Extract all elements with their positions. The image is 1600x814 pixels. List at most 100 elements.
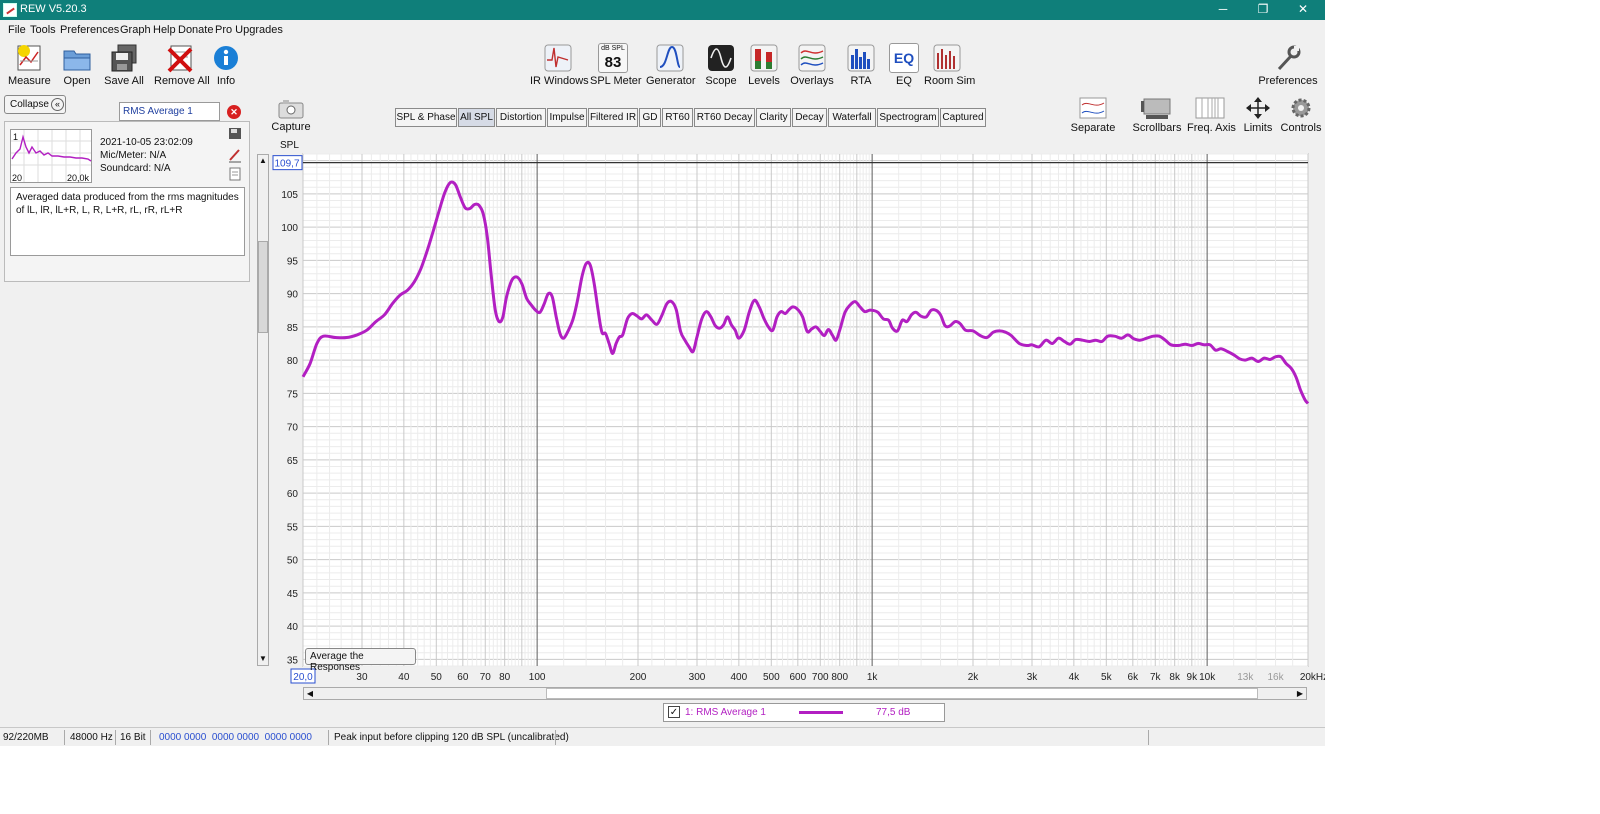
measurement-side-icons [229,128,241,181]
rew-logo-icon [3,3,17,17]
menu-help[interactable]: Help [153,24,176,36]
horizontal-scrollbar[interactable]: ◀ ▶ [303,687,1307,700]
preferences-button[interactable]: Preferences [1258,43,1318,87]
spl-chart[interactable]: 35 40 45 50 55 60 65 70 75 80 85 90 95 100 105 30 40 50 60… [270,150,1325,686]
measure-icon [17,45,41,71]
x-tick-label: 4k [1069,672,1081,683]
eq-icon: EQ [889,43,919,73]
scroll-down-icon[interactable]: ▼ [258,653,268,665]
x-tick-label: 800 [831,672,848,683]
status-separator [555,730,556,745]
y-tick-label: 100 [281,223,298,234]
ir-windows-button[interactable]: IR Windows [530,43,589,87]
x-tick-label: 13k [1237,672,1254,683]
status-sample-rate: 48000 Hz [70,732,113,743]
freq-axis-button[interactable]: Freq. Axis [1187,96,1236,134]
open-button[interactable]: Open [60,43,94,87]
spl-meter-button[interactable]: dB SPL 83 SPL Meter [590,43,642,87]
horizontal-scroll-thumb[interactable] [546,688,1258,699]
vertical-scrollbar[interactable]: ▲ ▼ [257,154,269,666]
collapse-button[interactable]: Collapse « [4,95,66,114]
tab-captured[interactable]: Captured [940,108,986,127]
tab-decay[interactable]: Decay [792,108,827,127]
y-tick-label: 45 [287,589,299,600]
gear-icon [1291,98,1311,118]
scrollbars-label: Scrollbars [1132,122,1182,134]
separate-label: Separate [1070,122,1116,134]
measure-button[interactable]: Measure [8,43,51,87]
tab-impulse[interactable]: Impulse [547,108,587,127]
remove-all-button[interactable]: Remove All [154,43,210,87]
info-button[interactable]: Info [212,43,240,87]
room-sim-button[interactable]: Room Sim [924,43,975,87]
x-tick-label: 8k [1169,672,1181,683]
average-responses-button[interactable]: Average the Responses [305,648,416,673]
tab-all-spl[interactable]: All SPL [458,108,495,127]
menu-file[interactable]: File [8,24,26,36]
status-bar: 92/220MB 48000 Hz 16 Bit 0000 0000 0000 … [0,727,1325,746]
scope-button[interactable]: Scope [703,43,739,87]
x-tick-label: 30 [356,672,368,683]
restore-button[interactable]: ❐ [1243,0,1283,20]
plot-area [302,153,1309,667]
generator-label: Generator [646,75,696,87]
collapse-label: Collapse [10,99,49,110]
tab-filtered-ir[interactable]: Filtered IR [588,108,638,127]
x-tick-label: 40 [398,672,410,683]
overlays-button[interactable]: Overlays [790,43,834,87]
x-tick-label: 80 [499,672,511,683]
overlays-icon [798,44,826,72]
measurement-name-input[interactable]: RMS Average 1 [119,102,220,121]
tab-rt60[interactable]: RT60 [662,108,693,127]
legend-line-swatch [799,711,843,714]
close-button[interactable]: ✕ [1283,0,1323,20]
tab-waterfall[interactable]: Waterfall [828,108,876,127]
tab-distortion[interactable]: Distortion [496,108,546,127]
tab-spectrogram[interactable]: Spectrogram [877,108,939,127]
status-separator [150,730,151,745]
menu-pro-upgrades[interactable]: Pro Upgrades [215,24,283,36]
separate-button[interactable]: Separate [1068,96,1118,134]
menu-donate[interactable]: Donate [178,24,213,36]
save-icon [111,44,137,72]
limits-button[interactable]: Limits [1240,96,1276,134]
capture-button[interactable]: Capture [270,99,312,133]
tab-spl-phase[interactable]: SPL & Phase [395,108,457,127]
scrollbars-button[interactable]: Scrollbars [1132,96,1182,134]
x-tick-label: 3k [1027,672,1039,683]
tab-clarity[interactable]: Clarity [756,108,791,127]
thumb-min-label: 20 [12,173,23,183]
rta-button[interactable]: RTA [845,43,877,87]
scroll-up-icon[interactable]: ▲ [258,155,268,167]
menu-bar: File Tools Preferences Graph Help Donate… [0,20,1325,39]
legend: ✓ 1: RMS Average 1 77,5 dB [663,703,945,722]
generator-button[interactable]: Generator [646,43,696,87]
tab-gd[interactable]: GD [639,108,661,127]
menu-graph[interactable]: Graph [120,24,151,36]
title-bar: REW V5.20.3 ─ ❐ ✕ [0,0,1325,20]
legend-name: 1: RMS Average 1 [685,707,766,718]
menu-tools[interactable]: Tools [30,24,56,36]
levels-icon [750,44,778,72]
x-tick-label: 300 [689,672,706,683]
menu-preferences[interactable]: Preferences [60,24,119,36]
y-tick-label: 55 [287,522,299,533]
measurement-notes[interactable]: Averaged data produced from the rms magn… [10,187,245,256]
vertical-scroll-thumb[interactable] [258,241,268,333]
minimize-button[interactable]: ─ [1203,0,1243,20]
scroll-left-icon[interactable]: ◀ [304,688,316,699]
measurement-soundcard: Soundcard: N/A [100,163,171,174]
eq-button[interactable]: EQ EQ [888,43,920,87]
tab-rt60-decay[interactable]: RT60 Decay [694,108,755,127]
scroll-right-icon[interactable]: ▶ [1294,688,1306,699]
spl-meter-label: SPL Meter [590,75,642,87]
open-label: Open [63,75,91,87]
controls-button[interactable]: Controls [1280,96,1322,134]
remove-measurement-icon[interactable]: ✕ [227,105,241,119]
save-all-button[interactable]: Save All [103,43,145,87]
x-tick-label: 16k [1267,672,1284,683]
levels-button[interactable]: Levels [747,43,781,87]
thumb-max-label: 20,0k [67,173,90,183]
cursor-x-label: 20,0 [293,672,313,683]
legend-checkbox[interactable]: ✓ [668,706,680,718]
